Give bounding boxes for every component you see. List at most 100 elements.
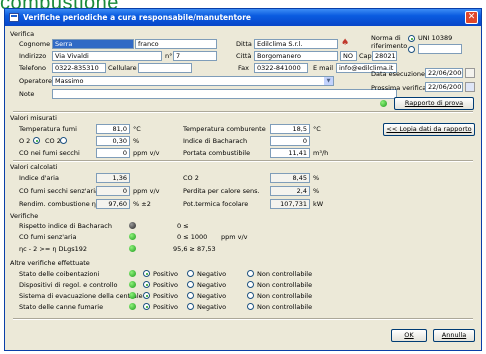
non-controllabile-radio[interactable] — [247, 303, 254, 310]
data-esecuzione-input[interactable]: 22/06/2006 — [425, 68, 463, 78]
bacharach-input[interactable]: 0 — [270, 136, 310, 146]
indice-aria-label: Indice d'aria — [19, 174, 59, 182]
temp-aria-input[interactable]: 18,5 — [270, 124, 310, 134]
note-label: Note — [19, 90, 35, 98]
temp-aria-label: Temperatura comburente — [183, 125, 266, 133]
co-senza-aria-label: CO fumi secchi senz'aria — [19, 187, 100, 195]
co-check-value: 0 ≤ 1000 — [177, 233, 208, 241]
rapporto-di-prova-button[interactable]: Rapporto di prova — [394, 97, 474, 110]
positivo-label: Positivo — [153, 281, 179, 289]
bacharach-label: Indice di Bacharach — [183, 137, 248, 145]
row-label: Dispositivi di regol. e controllo — [19, 281, 118, 289]
indirizzo-label: Indirizzo — [19, 52, 47, 60]
non-controllabile-label: Non controllabile — [257, 270, 313, 278]
dialog-window: Verifiche periodiche a cura responsabile… — [4, 8, 482, 351]
telefono-input[interactable]: 0322-835310 — [52, 63, 106, 73]
negativo-radio[interactable] — [187, 281, 194, 288]
indirizzo-input[interactable]: Via Vivaldi — [52, 51, 162, 61]
cap-input[interactable]: 28021 — [372, 51, 397, 61]
temp-fumi-unit: °C — [133, 125, 141, 133]
co2-label: CO 2 — [45, 137, 61, 145]
operatore-label: Operatore — [19, 77, 52, 85]
window-title: Verifiche periodiche a cura responsabile… — [23, 13, 251, 22]
status-ok-icon — [129, 281, 136, 288]
co-fumi-label: CO nei fumi secchi — [19, 149, 80, 157]
co-fumi-unit: ppm v/v — [133, 149, 160, 157]
close-button[interactable]: ✕ — [465, 11, 478, 24]
data-esecuzione-label: Data esecuzione — [371, 70, 425, 78]
copia-label: << Lopia dati da rapporto — [386, 125, 472, 133]
positivo-radio[interactable] — [143, 281, 150, 288]
negativo-radio[interactable] — [187, 292, 194, 299]
o2-radio[interactable] — [33, 137, 40, 144]
non-controllabile-radio[interactable] — [247, 292, 254, 299]
rispetto-bacharach-label: Rispetto indice di Bacharach — [19, 222, 112, 230]
fax-label: Fax — [238, 64, 249, 72]
section-valori-calcolati: Valori calcolati — [10, 163, 58, 171]
status-ok-icon — [129, 292, 136, 299]
fax-input[interactable]: 0322-841000 — [254, 63, 308, 73]
positivo-radio[interactable] — [143, 303, 150, 310]
eta-check-value: 95,6 ≥ 87,53 — [173, 245, 216, 253]
rendimento-value: 97,60 — [96, 199, 130, 209]
status-ok-icon — [129, 270, 136, 277]
email-label: E mail — [313, 64, 334, 72]
calendar-icon[interactable] — [465, 82, 475, 92]
positivo-label: Positivo — [153, 303, 179, 311]
operatore-value: Massimo — [55, 77, 84, 85]
temp-fumi-label: Temperatura fumi — [19, 125, 77, 133]
annulla-button[interactable]: Annulla — [433, 329, 475, 342]
temp-aria-unit: °C — [313, 125, 321, 133]
divider — [13, 319, 473, 320]
non-controllabile-radio[interactable] — [247, 270, 254, 277]
ditta-input[interactable]: Edilclima S.r.l. — [254, 39, 338, 49]
positivo-radio[interactable] — [143, 292, 150, 299]
prossima-verifica-input[interactable]: 22/06/2007 — [425, 82, 463, 92]
cognome-input[interactable]: Serra — [52, 39, 134, 49]
status-ok-icon — [129, 303, 136, 310]
telefono-label: Telefono — [19, 64, 47, 72]
o2-input[interactable]: 0,30 — [96, 136, 130, 146]
norma-uni-radio[interactable] — [408, 35, 415, 42]
portata-input[interactable]: 11,41 — [270, 148, 310, 158]
non-controllabile-radio[interactable] — [247, 281, 254, 288]
chevron-down-icon: ▼ — [324, 77, 333, 85]
portata-unit: m³/h — [313, 149, 329, 157]
co2-calc-label: CO 2 — [183, 174, 199, 182]
co2-radio[interactable] — [60, 137, 67, 144]
section-valori-misurati: Valori misurati — [10, 114, 57, 122]
numero-label: n° — [165, 52, 173, 60]
positivo-radio[interactable] — [143, 270, 150, 277]
prossima-verifica-label: Prossima verifica — [371, 84, 427, 92]
citta-input[interactable]: Borgomanero — [254, 51, 338, 61]
ok-button[interactable]: OK — [391, 329, 427, 342]
norma-other-input[interactable] — [418, 44, 462, 54]
provincia-input[interactable]: NO — [340, 51, 357, 61]
non-controllabile-label: Non controllabile — [257, 281, 313, 289]
copia-dati-button[interactable]: << Lopia dati da rapporto — [383, 123, 475, 136]
operatore-select[interactable]: Massimo ▼ — [52, 76, 334, 86]
cellulare-input[interactable] — [138, 63, 192, 73]
company-lookup-icon[interactable]: ♠ — [341, 38, 349, 48]
temp-fumi-input[interactable]: 81,0 — [96, 124, 130, 134]
calendar-icon[interactable] — [465, 68, 475, 78]
o2-unit: % — [133, 137, 140, 145]
pot-focolare-unit: kW — [313, 200, 324, 208]
ok-label: OK — [404, 331, 414, 339]
negativo-radio[interactable] — [187, 303, 194, 310]
rispetto-bacharach-value: 0 ≤ — [177, 222, 189, 230]
norma-other-radio[interactable] — [408, 46, 415, 53]
ditta-label: Ditta — [236, 40, 252, 48]
section-verifica: Verifica — [10, 30, 35, 38]
divider — [13, 112, 473, 113]
numero-input[interactable]: 7 — [173, 51, 217, 61]
co-fumi-input[interactable]: 0 — [96, 148, 130, 158]
section-altre-verifiche: Altre verifiche effettuate — [10, 259, 90, 267]
co-senza-aria-unit: ppm v/v — [133, 187, 160, 195]
nome-input[interactable]: franco — [135, 39, 217, 49]
status-neutral-icon — [129, 222, 136, 229]
co2-calc-unit: % — [313, 174, 320, 182]
note-input[interactable] — [52, 89, 397, 99]
negativo-radio[interactable] — [187, 270, 194, 277]
co-check-label: CO fumi senz'aria — [19, 233, 77, 241]
